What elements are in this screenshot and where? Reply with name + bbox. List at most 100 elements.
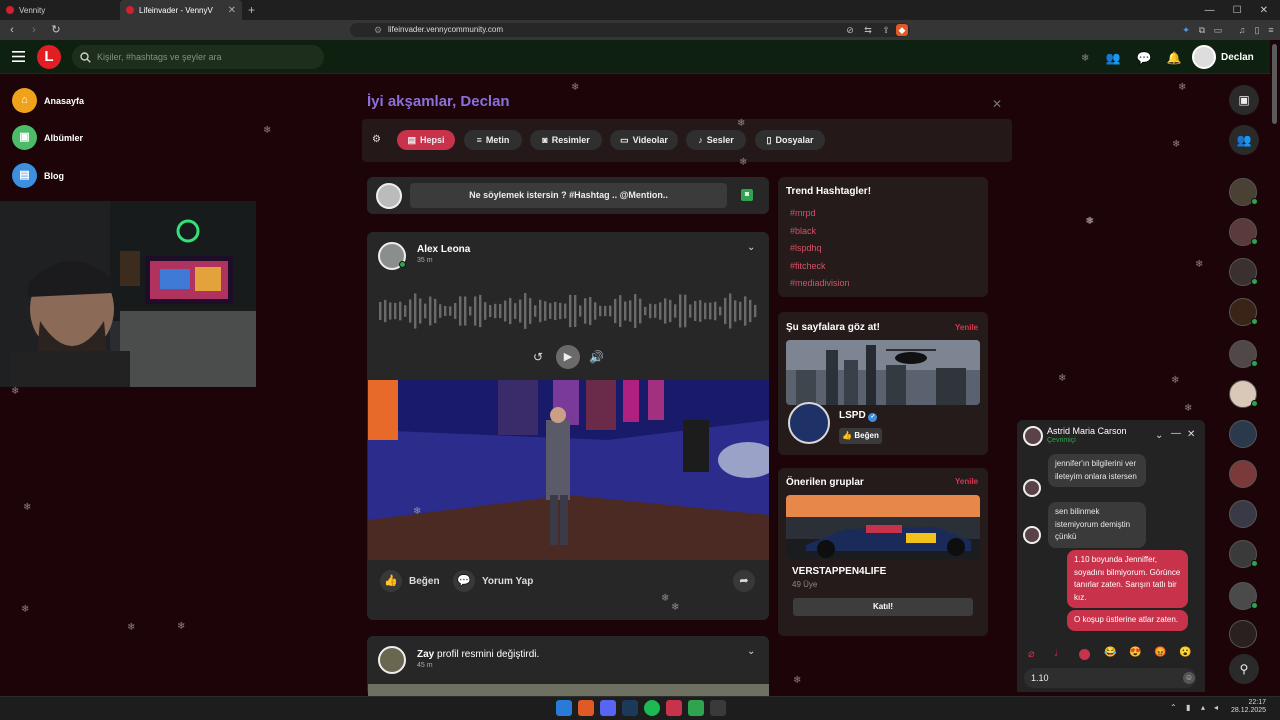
filter-chip-videos[interactable]: ▭ Videolar (610, 130, 678, 150)
no-track-icon[interactable]: ⊘ (844, 24, 856, 36)
copy-link-icon[interactable]: ⇆ (862, 24, 874, 36)
page-name[interactable]: LSPD ✓ (839, 410, 878, 422)
emoji-heart-eyes-icon[interactable]: 😍 (1129, 647, 1141, 658)
chevron-down-icon[interactable]: ⌄ (747, 242, 755, 253)
monitor-taskbar-icon[interactable] (710, 700, 726, 716)
contact-avatar[interactable] (1229, 540, 1258, 568)
filter-settings-icon[interactable]: ⚙ (372, 134, 381, 145)
extension-icon[interactable]: ✦ (1180, 24, 1192, 36)
emoji-laugh-icon[interactable]: 😂 (1104, 647, 1116, 658)
media-icon[interactable]: ♫ (1236, 24, 1248, 36)
chevron-down-icon[interactable]: ⌄ (1155, 430, 1163, 441)
back-icon[interactable]: ‹ (6, 24, 18, 36)
post-author-avatar[interactable] (378, 646, 406, 674)
notifications-icon[interactable]: 🔔 (1165, 49, 1183, 67)
audio-waveform[interactable] (379, 286, 759, 336)
site-info-icon[interactable]: ⚙ (372, 24, 384, 36)
composer-input[interactable]: Ne söylemek istersin ? #Hashtag .. @Ment… (410, 183, 727, 208)
new-tab-button[interactable]: + (242, 3, 261, 17)
media-player-taskbar-icon[interactable] (688, 700, 704, 716)
browser-menu-icon[interactable]: ≡ (1265, 24, 1277, 36)
sidebar-item-blog[interactable]: ▤ Blog (12, 163, 64, 188)
emoji-shock-icon[interactable]: 😮 (1179, 647, 1191, 658)
close-chat-icon[interactable]: ✕ (1187, 429, 1195, 440)
chat-contact-avatar[interactable] (1023, 426, 1043, 446)
post-image[interactable] (368, 380, 769, 560)
contact-avatar[interactable] (1229, 178, 1258, 206)
hashtag-link[interactable]: #black (790, 226, 816, 236)
play-icon[interactable]: ▶ (556, 345, 580, 369)
search-bar[interactable] (72, 45, 324, 69)
forward-icon[interactable]: › (28, 24, 40, 36)
record-icon[interactable] (1079, 649, 1090, 660)
messages-icon[interactable]: 💬 (1135, 49, 1153, 67)
filter-chip-images[interactable]: ◙ Resimler (530, 130, 602, 150)
sidebar-toggle-icon[interactable]: ▭ (1212, 24, 1224, 36)
like-post-button[interactable]: 👍 Beğen (380, 570, 440, 592)
speaker-icon[interactable]: ◂ (1214, 703, 1218, 712)
header-username[interactable]: Declan (1221, 52, 1254, 63)
add-friend-icon[interactable]: 👥 (1229, 125, 1259, 155)
like-page-button[interactable]: 👍 Beğen (839, 428, 882, 444)
filter-chip-text[interactable]: ≡ Metin (464, 130, 522, 150)
filter-chip-files[interactable]: ▯ Dosyalar (755, 130, 825, 150)
find-people-icon[interactable]: ⚲ (1229, 654, 1259, 684)
chat-message-input[interactable] (1024, 668, 1196, 688)
minimize-chat-icon[interactable]: — (1171, 428, 1181, 439)
contact-avatar[interactable] (1229, 258, 1258, 286)
page-scrollbar[interactable] (1272, 44, 1277, 124)
extensions-icon[interactable]: ⧉ (1196, 24, 1208, 36)
network-icon[interactable]: ▴ (1201, 703, 1205, 712)
groups-refresh-link[interactable]: Yenile (955, 477, 978, 486)
brave-taskbar-icon[interactable] (578, 700, 594, 716)
group-name[interactable]: VERSTAPPEN4LIFE (792, 566, 886, 577)
contact-avatar[interactable] (1229, 298, 1258, 326)
close-window-icon[interactable]: ✕ (1260, 5, 1268, 16)
chat-bubble-icon[interactable]: ▣ (1229, 85, 1259, 115)
microphone-icon[interactable]: ♩ (1054, 647, 1065, 659)
add-photo-icon[interactable]: ◙ (741, 189, 753, 201)
post-author-avatar[interactable] (378, 242, 406, 270)
join-group-button[interactable]: Katıl! (793, 598, 973, 616)
group-cover-image[interactable] (786, 495, 980, 559)
app-taskbar-icon[interactable] (666, 700, 682, 716)
hashtag-link[interactable]: #mediadivision (790, 278, 850, 288)
filter-chip-all[interactable]: ▤ Hepsi (397, 130, 455, 150)
sidebar-item-home[interactable]: ⌂ Anasayfa (12, 88, 84, 113)
address-bar[interactable]: lifeinvader.vennycommunity.com (350, 23, 910, 37)
comment-post-button[interactable]: 💬 Yorum Yap (453, 570, 533, 592)
friends-icon[interactable]: 👥 (1104, 49, 1122, 67)
search-input[interactable] (97, 52, 307, 62)
user-avatar[interactable] (1192, 45, 1216, 69)
volume-icon[interactable]: 🔊 (589, 350, 604, 364)
pages-refresh-link[interactable]: Yenile (955, 323, 978, 332)
contact-avatar[interactable] (1229, 500, 1257, 528)
hashtag-link[interactable]: #fitcheck (790, 261, 826, 271)
contact-avatar[interactable] (1229, 340, 1258, 368)
chat-contact-name[interactable]: Astrid Maria Carson (1047, 426, 1127, 436)
hashtag-link[interactable]: #mrpd (790, 208, 816, 218)
lifeinvader-logo[interactable]: L (37, 45, 61, 69)
contact-avatar[interactable] (1229, 620, 1257, 648)
browser-tab-vennity[interactable]: Vennity (0, 0, 120, 20)
close-tab-icon[interactable]: ✕ (228, 5, 236, 16)
contact-avatar[interactable] (1229, 460, 1257, 488)
emoji-picker-icon[interactable]: ☺ (1183, 672, 1195, 684)
spotify-taskbar-icon[interactable] (644, 700, 660, 716)
chevron-down-icon[interactable]: ⌄ (747, 646, 755, 657)
emoji-angry-icon[interactable]: 😡 (1154, 647, 1166, 658)
close-greeting-icon[interactable]: ✕ (992, 97, 1002, 111)
reload-icon[interactable]: ↻ (50, 24, 62, 36)
contact-avatar[interactable] (1229, 420, 1257, 448)
lspd-badge-icon[interactable] (788, 402, 830, 444)
post-author-name[interactable]: Alex Leona (417, 244, 470, 255)
post-image[interactable] (368, 684, 769, 696)
maximize-window-icon[interactable]: ☐ (1233, 5, 1242, 16)
browser-tab-lifeinvader[interactable]: Lifeinvader - VennyV ✕ (120, 0, 242, 20)
share-icon[interactable]: ⇪ (880, 24, 892, 36)
battery-icon[interactable]: ▮ (1186, 703, 1190, 712)
sidebar-item-albums[interactable]: ▣ Albümler (12, 125, 83, 150)
hashtag-link[interactable]: #lspdhq (790, 243, 822, 253)
contact-avatar[interactable] (1229, 582, 1258, 610)
filter-chip-audio[interactable]: ♪ Sesler (686, 130, 746, 150)
